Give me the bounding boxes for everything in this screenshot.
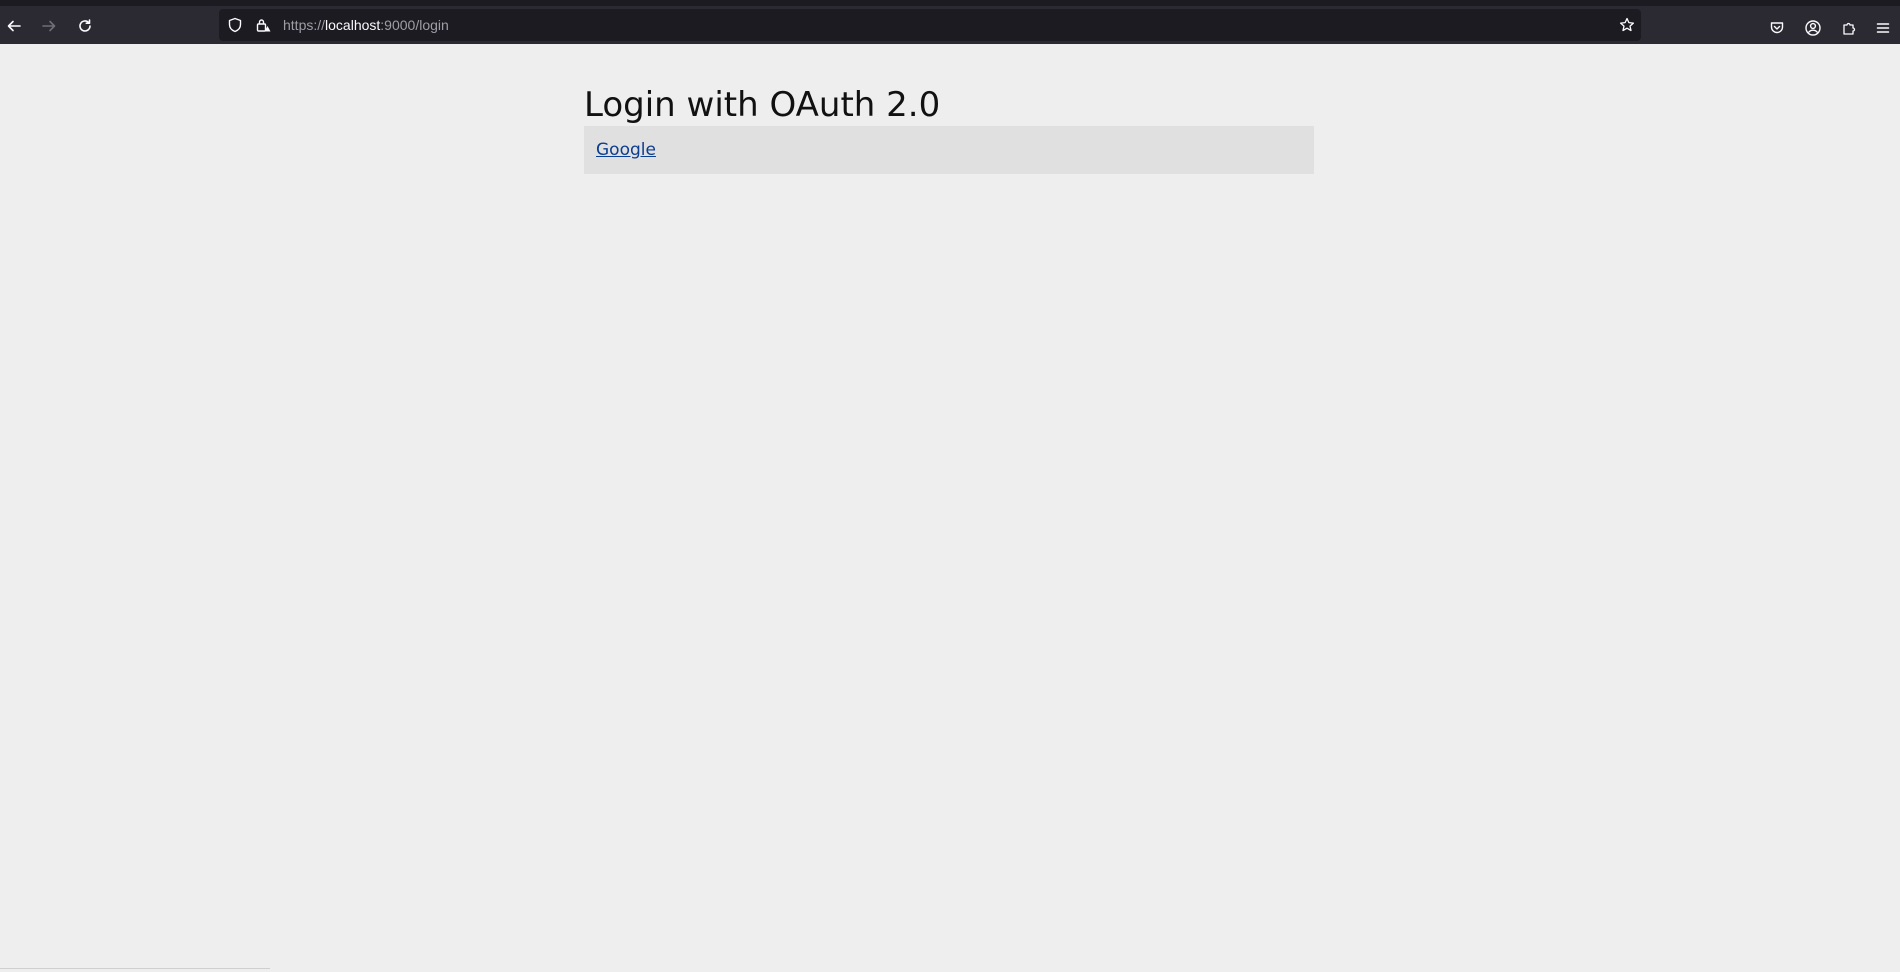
url-text[interactable]: https://localhost:9000/login xyxy=(283,9,449,41)
shield-icon xyxy=(228,17,242,33)
arrow-right-icon xyxy=(42,20,56,32)
tracking-protection-button[interactable] xyxy=(226,16,244,34)
lock-warning-icon xyxy=(256,19,271,32)
account-icon xyxy=(1805,20,1821,36)
url-host: localhost xyxy=(325,17,381,33)
star-icon xyxy=(1619,17,1635,32)
url-bar[interactable]: https://localhost:9000/login xyxy=(219,9,1641,41)
browser-toolbar: https://localhost:9000/login xyxy=(0,0,1900,44)
url-path: :9000/login xyxy=(380,17,449,33)
oauth-provider-list: Google xyxy=(584,126,1314,174)
login-content: Login with OAuth 2.0 Google xyxy=(584,44,1314,174)
puzzle-icon xyxy=(1843,22,1856,35)
reload-button[interactable] xyxy=(71,12,99,40)
google-login-link[interactable]: Google xyxy=(596,140,656,160)
back-button[interactable] xyxy=(0,12,28,40)
site-security-button[interactable] xyxy=(254,16,272,34)
status-divider xyxy=(0,968,270,969)
bookmark-button[interactable] xyxy=(1618,16,1636,34)
pocket-button[interactable] xyxy=(1762,13,1792,43)
extensions-button[interactable] xyxy=(1834,13,1864,43)
forward-button[interactable] xyxy=(35,12,63,40)
pocket-icon xyxy=(1770,22,1784,34)
hamburger-menu-icon xyxy=(1876,23,1890,33)
menu-button[interactable] xyxy=(1868,13,1898,43)
reload-icon xyxy=(79,19,91,32)
account-button[interactable] xyxy=(1798,13,1828,43)
url-scheme: https:// xyxy=(283,17,326,33)
page-title: Login with OAuth 2.0 xyxy=(584,85,941,125)
arrow-left-icon xyxy=(7,20,21,32)
